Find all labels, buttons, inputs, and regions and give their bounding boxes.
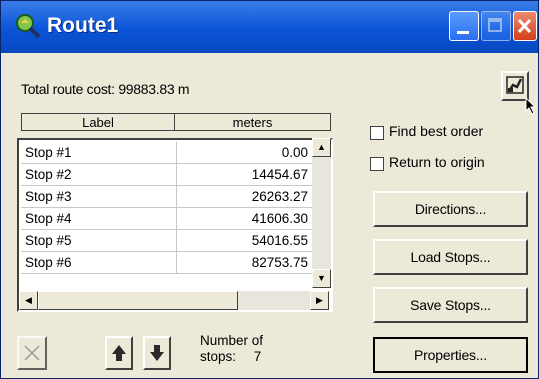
close-button[interactable] <box>513 11 537 41</box>
horizontal-scrollbar[interactable]: ◀ ▶ <box>19 291 329 310</box>
zoom-to-route-icon <box>506 76 524 94</box>
move-up-button[interactable] <box>105 336 133 370</box>
scroll-up-arrow-icon: ▲ <box>317 142 326 152</box>
stops-table[interactable]: Stop #1 0.00 Stop #2 14454.67 Stop #3 26… <box>17 138 333 312</box>
load-stops-button[interactable]: Load Stops... <box>373 239 528 275</box>
number-of-stops: Number of stops: 7 <box>200 333 263 365</box>
minimize-icon <box>457 31 469 34</box>
scroll-left-arrow-icon: ◀ <box>25 295 32 305</box>
delete-stop-button[interactable] <box>17 336 47 370</box>
move-down-button[interactable] <box>143 336 171 370</box>
return-to-origin-checkbox[interactable] <box>370 157 384 171</box>
arrow-down-icon <box>150 345 164 361</box>
column-divider <box>176 230 177 251</box>
total-route-cost: Total route cost: 99883.83 m <box>21 81 190 97</box>
maximize-button[interactable] <box>481 11 511 41</box>
column-divider <box>176 142 177 163</box>
arrow-up-icon <box>112 345 126 361</box>
table-row[interactable]: Stop #3 26263.27 <box>21 186 312 208</box>
number-of-stops-line2: stops: 7 <box>200 349 263 365</box>
stop-distance: 82753.75 <box>251 255 308 270</box>
stop-label: Stop #2 <box>25 167 72 182</box>
number-of-stops-label: Number of <box>200 333 264 348</box>
table-row[interactable]: Stop #5 54016.55 <box>21 230 312 252</box>
column-divider <box>176 164 177 185</box>
route-window: Route1 Total route cost: 99883.83 m Labe… <box>0 0 539 379</box>
directions-button[interactable]: Directions... <box>373 191 528 227</box>
column-divider <box>176 252 177 273</box>
scroll-up-button[interactable]: ▲ <box>312 138 331 157</box>
table-row[interactable]: Stop #4 41606.30 <box>21 208 312 230</box>
delete-x-icon <box>24 345 40 361</box>
scroll-right-button[interactable]: ▶ <box>310 291 329 310</box>
stop-label: Stop #5 <box>25 233 72 248</box>
stop-label: Stop #3 <box>25 189 72 204</box>
scroll-left-button[interactable]: ◀ <box>19 291 38 310</box>
stop-label: Stop #4 <box>25 211 72 226</box>
vertical-scrollbar[interactable]: ▲ ▼ <box>312 138 331 288</box>
stop-distance: 14454.67 <box>251 167 308 182</box>
column-header-meters[interactable]: meters <box>175 115 330 130</box>
stop-distance: 26263.27 <box>251 189 308 204</box>
scroll-down-button[interactable]: ▼ <box>312 269 331 288</box>
stop-label: Stop #6 <box>25 255 72 270</box>
close-icon <box>517 18 532 34</box>
find-best-order-checkbox[interactable] <box>370 126 384 140</box>
horizontal-scroll-thumb[interactable] <box>38 291 238 310</box>
stop-distance: 0.00 <box>281 145 308 160</box>
stops-table-header: Label meters <box>21 113 331 131</box>
table-row[interactable]: Stop #2 14454.67 <box>21 164 312 186</box>
column-divider <box>176 208 177 229</box>
column-divider <box>176 186 177 207</box>
table-row[interactable]: Stop #1 0.00 <box>21 142 312 164</box>
minimize-button[interactable] <box>449 11 479 41</box>
stop-distance: 54016.55 <box>251 233 308 248</box>
stops-count: 7 <box>253 349 262 364</box>
title-bar[interactable]: Route1 <box>1 1 538 53</box>
stop-distance: 41606.30 <box>251 211 308 226</box>
route-map-icon <box>16 14 41 39</box>
table-row[interactable]: Stop #6 82753.75 <box>21 252 312 274</box>
window-title: Route1 <box>47 14 119 37</box>
return-to-origin-label[interactable]: Return to origin <box>389 154 485 170</box>
stop-label: Stop #1 <box>25 145 72 160</box>
mouse-cursor-icon <box>525 97 537 115</box>
column-header-label[interactable]: Label <box>22 115 174 130</box>
stops-caption: stops: <box>200 349 237 364</box>
maximize-icon <box>488 18 502 32</box>
find-best-order-label[interactable]: Find best order <box>389 123 483 139</box>
properties-button[interactable]: Properties... <box>373 337 528 373</box>
scroll-right-arrow-icon: ▶ <box>316 295 323 305</box>
zoom-to-route-button[interactable] <box>501 71 537 115</box>
scroll-down-arrow-icon: ▼ <box>317 273 326 283</box>
save-stops-button[interactable]: Save Stops... <box>373 287 528 323</box>
